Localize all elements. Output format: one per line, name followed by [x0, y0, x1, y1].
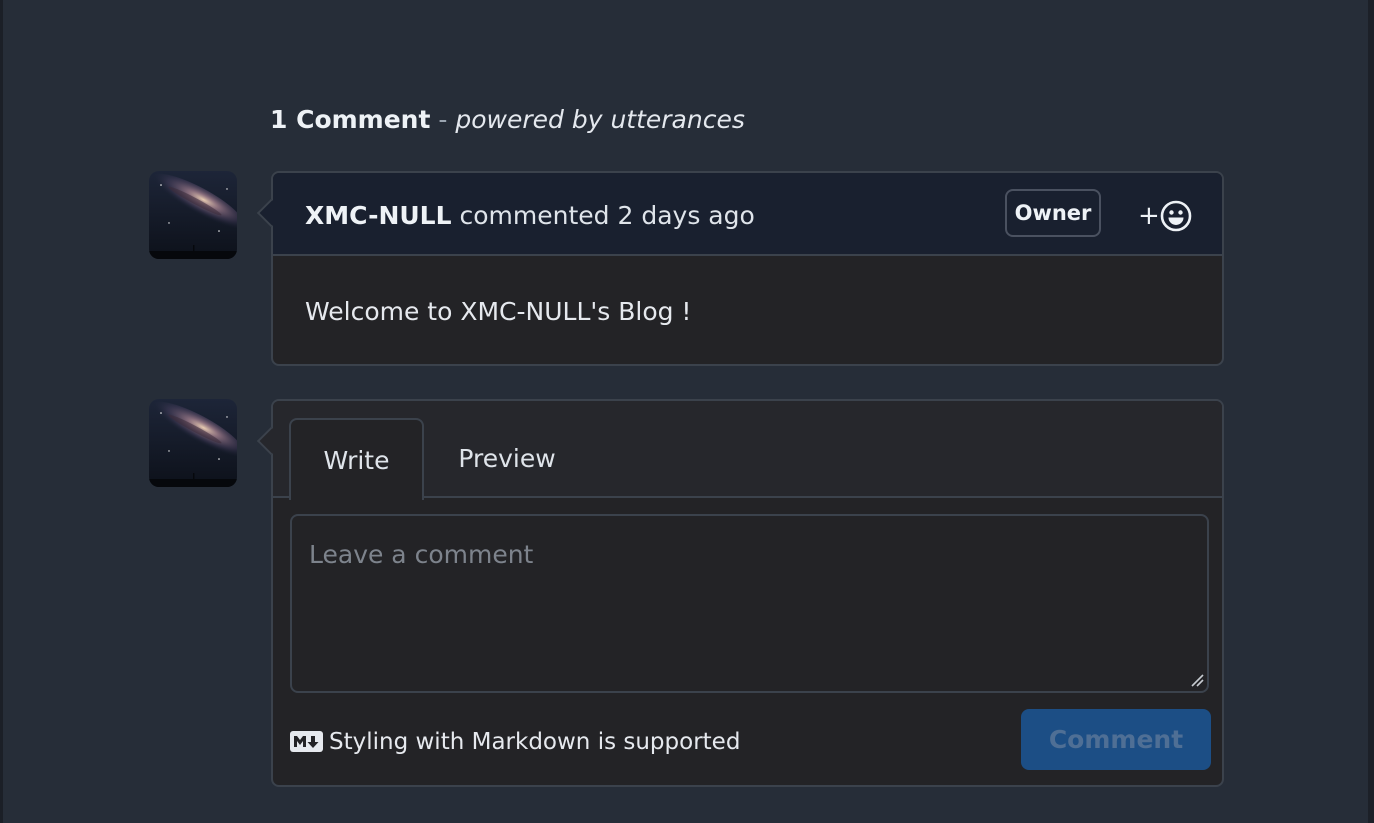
resize-handle-icon[interactable] [1190, 673, 1204, 687]
markdown-icon [290, 731, 323, 752]
markdown-support-link[interactable]: Styling with Markdown is supported [290, 725, 740, 759]
tab-write[interactable]: Write [289, 418, 424, 500]
tab-preview[interactable]: Preview [445, 418, 569, 498]
comment-author-avatar[interactable] [149, 171, 237, 259]
comment-card: XMC-NULL commented 2 days ago Owner + We… [256, 171, 1224, 366]
page-edge [1368, 0, 1374, 823]
add-reaction-button[interactable]: + [1138, 199, 1196, 233]
smiley-icon [1160, 200, 1192, 232]
comment-action: commented [459, 201, 610, 230]
owner-badge: Owner [1005, 189, 1101, 237]
reaction-plus-label: + [1138, 201, 1160, 231]
avatar-image [149, 399, 237, 487]
comment-header: XMC-NULL commented 2 days ago Owner + [273, 173, 1222, 256]
header-separator: - [438, 105, 448, 134]
comments-section: 1 Comment - powered by utterances XMC-NU… [3, 0, 1368, 823]
comment-body: Welcome to XMC-NULL's Blog ! [305, 297, 692, 326]
avatar-image [149, 171, 237, 259]
comment-count: 1 Comment [270, 105, 431, 134]
submit-comment-button[interactable]: Comment [1021, 709, 1211, 770]
comment-textarea[interactable] [290, 514, 1209, 693]
new-comment-form: Write Preview Styling with Markdown is s… [256, 399, 1224, 787]
current-user-avatar[interactable] [149, 399, 237, 487]
comment-time[interactable]: 2 days ago [617, 201, 754, 230]
editor-tab-bar: Write Preview [273, 401, 1222, 500]
comments-header: 1 Comment - powered by utterances [270, 103, 745, 137]
comment-meta: XMC-NULL commented 2 days ago [305, 199, 755, 233]
powered-by-link[interactable]: powered by utterances [455, 105, 745, 134]
comment-author[interactable]: XMC-NULL [305, 201, 452, 230]
markdown-note-text: Styling with Markdown is supported [329, 729, 741, 755]
